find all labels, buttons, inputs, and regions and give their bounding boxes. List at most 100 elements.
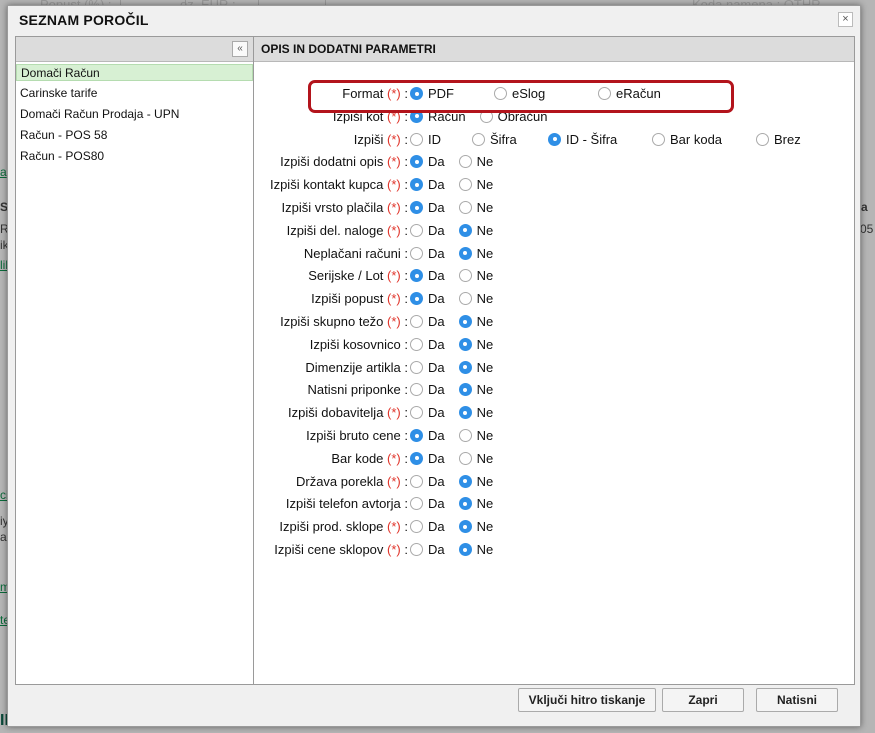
radio-checked-icon[interactable]	[458, 520, 472, 534]
radio-unchecked-icon[interactable]	[472, 132, 485, 146]
radio-unchecked-icon[interactable]	[458, 269, 472, 283]
radio-option-label: Da	[428, 314, 445, 330]
radio-checked-icon[interactable]	[410, 429, 423, 443]
report-list-item[interactable]: Carinske tarife	[16, 85, 253, 102]
radio-option[interactable]: Da	[410, 154, 445, 169]
parameter-label: Izpiši kontakt kupca (*) :	[269, 177, 408, 193]
report-list-item[interactable]: Račun - POS 58	[16, 127, 253, 144]
radio-checked-icon[interactable]	[458, 360, 472, 374]
radio-option[interactable]: Da	[410, 542, 445, 557]
radio-checked-icon[interactable]	[548, 132, 561, 146]
radio-option[interactable]: Ne	[458, 450, 494, 466]
quick-print-button[interactable]: Vključi hitro tiskanje	[518, 688, 656, 712]
close-button[interactable]: Zapri	[662, 688, 744, 712]
radio-unchecked-icon[interactable]	[410, 497, 423, 511]
radio-option[interactable]: Ne	[458, 474, 493, 489]
radio-checked-icon[interactable]	[410, 201, 423, 215]
radio-option[interactable]: Da	[410, 360, 445, 375]
radio-checked-icon[interactable]	[410, 155, 423, 169]
radio-option[interactable]: Da	[410, 268, 445, 283]
radio-checked-icon[interactable]	[458, 543, 472, 557]
radio-option[interactable]: Brez	[756, 132, 801, 147]
radio-option-label: Ne	[476, 450, 494, 466]
radio-unchecked-icon[interactable]	[410, 543, 423, 557]
collapse-left-icon[interactable]: «	[232, 41, 248, 57]
radio-option[interactable]: Da	[410, 451, 445, 466]
radio-option[interactable]: Da	[410, 382, 445, 397]
radio-checked-icon[interactable]	[458, 223, 472, 237]
radio-option[interactable]: Da	[410, 200, 445, 215]
radio-unchecked-icon[interactable]	[458, 155, 472, 169]
radio-option[interactable]: Da	[410, 246, 445, 261]
radio-option[interactable]: Da	[410, 496, 445, 511]
radio-option[interactable]: Da	[410, 405, 445, 420]
print-button[interactable]: Natisni	[756, 688, 838, 712]
radio-checked-icon[interactable]	[410, 269, 423, 283]
radio-option[interactable]: Ne	[458, 496, 493, 511]
radio-option[interactable]: Ne	[458, 314, 493, 329]
radio-option[interactable]: Da	[410, 291, 445, 306]
radio-option[interactable]: Ne	[458, 223, 493, 238]
radio-unchecked-icon[interactable]	[410, 246, 423, 260]
radio-option[interactable]: Da	[410, 337, 445, 352]
radio-unchecked-icon[interactable]	[756, 132, 769, 146]
radio-unchecked-icon[interactable]	[410, 337, 423, 351]
radio-option[interactable]: Da	[410, 474, 445, 489]
report-list-item[interactable]: Domači Račun	[16, 64, 253, 81]
radio-option[interactable]: Ne	[458, 519, 493, 534]
radio-checked-icon[interactable]	[410, 178, 423, 192]
radio-unchecked-icon[interactable]	[410, 383, 423, 397]
close-icon[interactable]: ×	[838, 12, 853, 27]
radio-checked-icon[interactable]	[458, 497, 472, 511]
radio-option[interactable]: Ne	[458, 245, 494, 261]
radio-unchecked-icon[interactable]	[410, 406, 423, 420]
radio-option[interactable]: Šifra	[472, 132, 534, 147]
radio-unchecked-icon[interactable]	[458, 178, 472, 192]
radio-unchecked-icon[interactable]	[410, 360, 423, 374]
radio-option[interactable]: Da	[410, 223, 445, 238]
radio-checked-icon[interactable]	[458, 474, 472, 488]
radio-unchecked-icon[interactable]	[410, 315, 423, 329]
radio-option-label: Ne	[476, 336, 494, 352]
required-mark: (*)	[387, 200, 401, 215]
radio-option[interactable]: Ne	[458, 177, 493, 192]
radio-unchecked-icon[interactable]	[458, 451, 472, 465]
radio-option[interactable]: Da	[410, 519, 445, 534]
radio-checked-icon[interactable]	[458, 383, 472, 397]
radio-option[interactable]: Ne	[458, 542, 493, 557]
radio-unchecked-icon[interactable]	[458, 292, 472, 306]
parameter-label-text: Izpiši kosovnico	[309, 336, 401, 352]
radio-unchecked-icon[interactable]	[410, 223, 423, 237]
radio-option[interactable]: Ne	[458, 382, 493, 397]
radio-option[interactable]: Ne	[458, 336, 494, 352]
report-list-item[interactable]: Domači Račun Prodaja - UPN	[16, 106, 253, 123]
radio-checked-icon[interactable]	[458, 246, 472, 260]
radio-option[interactable]: Ne	[458, 428, 493, 443]
report-list-item[interactable]: Račun - POS80	[16, 148, 253, 165]
radio-unchecked-icon[interactable]	[410, 132, 423, 146]
radio-unchecked-icon[interactable]	[458, 429, 472, 443]
radio-option[interactable]: ID	[410, 132, 458, 147]
radio-unchecked-icon[interactable]	[410, 474, 423, 488]
radio-option[interactable]: Bar koda	[652, 132, 742, 147]
radio-unchecked-icon[interactable]	[652, 132, 665, 146]
radio-option[interactable]: Ne	[458, 291, 493, 306]
radio-option[interactable]: Ne	[458, 405, 493, 420]
radio-unchecked-icon[interactable]	[410, 520, 423, 534]
radio-option-label: Ne	[476, 245, 494, 261]
radio-option[interactable]: ID - Šifra	[548, 132, 638, 147]
radio-option[interactable]: Ne	[458, 154, 493, 169]
radio-checked-icon[interactable]	[410, 451, 423, 465]
radio-option[interactable]: Da	[410, 314, 445, 329]
radio-option[interactable]: Ne	[458, 268, 493, 283]
radio-option[interactable]: Ne	[458, 360, 493, 375]
radio-option[interactable]: Ne	[458, 200, 493, 215]
radio-checked-icon[interactable]	[458, 337, 472, 351]
radio-checked-icon[interactable]	[410, 292, 423, 306]
radio-option[interactable]: Da	[410, 177, 445, 192]
radio-checked-icon[interactable]	[458, 406, 472, 420]
radio-unchecked-icon[interactable]	[458, 201, 472, 215]
radio-option[interactable]: Da	[410, 428, 445, 443]
radio-checked-icon[interactable]	[458, 315, 472, 329]
parameter-label: Serijske / Lot (*) :	[308, 268, 408, 284]
